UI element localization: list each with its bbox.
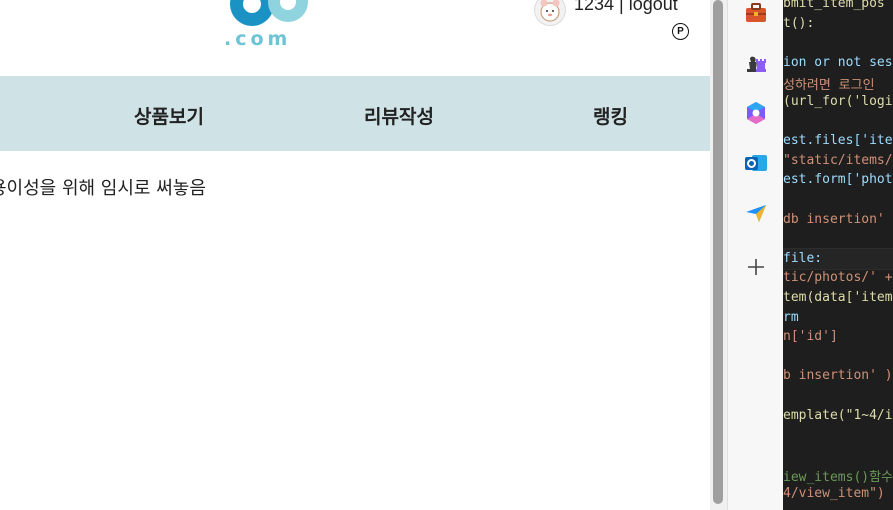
point-badge-icon[interactable]: P — [672, 23, 689, 40]
user-area: 1234 | logout — [574, 0, 678, 15]
code-line: t(): — [783, 15, 815, 31]
user-avatar[interactable] — [534, 0, 566, 26]
nav-write-review[interactable]: 리뷰작성 — [364, 102, 434, 129]
copilot-icon[interactable] — [743, 100, 769, 126]
code-line: db insertion' — [783, 211, 885, 227]
code-line: (url_for('logi — [783, 94, 893, 109]
nav-ranking[interactable]: 랭킹 — [593, 102, 628, 129]
code-line: b insertion' ) — [783, 368, 893, 384]
scrollbar-thumb[interactable] — [713, 0, 723, 504]
notice-text: 용이성을 위해 임시로 써놓음 — [0, 178, 206, 199]
code-line: tem(data['item — [783, 290, 893, 305]
code-line: ion or not ses — [783, 54, 893, 70]
username: 1234 — [574, 0, 615, 14]
code-line: est.files['item — [783, 133, 893, 149]
outlook-icon[interactable] — [743, 150, 769, 176]
code-line: emplate("1~4/i — [783, 407, 893, 423]
web-page: .com 1234 | logout P 상품보기 리뷰작성 랭킹 용이성을 위… — [0, 0, 710, 510]
logout-link[interactable]: logout — [629, 0, 678, 14]
send-icon[interactable] — [743, 200, 769, 226]
code-line: est.form['phot — [783, 172, 893, 188]
code-editor-panel[interactable]: bmit_item_pos t(): ion or not ses 성하려면 로그인(… — [783, 0, 893, 510]
code-line: n['id'] — [783, 329, 838, 345]
add-icon[interactable] — [743, 254, 769, 280]
code-line: "static/items/ — [783, 152, 893, 168]
user-separator: | — [614, 0, 629, 14]
code-line: 4/view_item") — [783, 486, 885, 501]
chess-icon[interactable] — [743, 50, 769, 76]
code-line: file: — [783, 250, 823, 266]
toolbox-icon[interactable] — [743, 0, 769, 26]
code-line: iew_items()함수 — [783, 470, 893, 486]
avatar-face-icon — [540, 0, 560, 22]
code-line: bmit_item_pos — [783, 0, 885, 11]
main-navbar: 상품보기 리뷰작성 랭킹 — [0, 76, 710, 151]
code-line: 성하려면 로그인 — [783, 78, 875, 94]
logo-text: .com — [224, 28, 292, 50]
nav-view-products[interactable]: 상품보기 — [134, 102, 204, 129]
code-line: tic/photos/' + — [783, 270, 893, 286]
code-line: rm — [783, 309, 799, 325]
